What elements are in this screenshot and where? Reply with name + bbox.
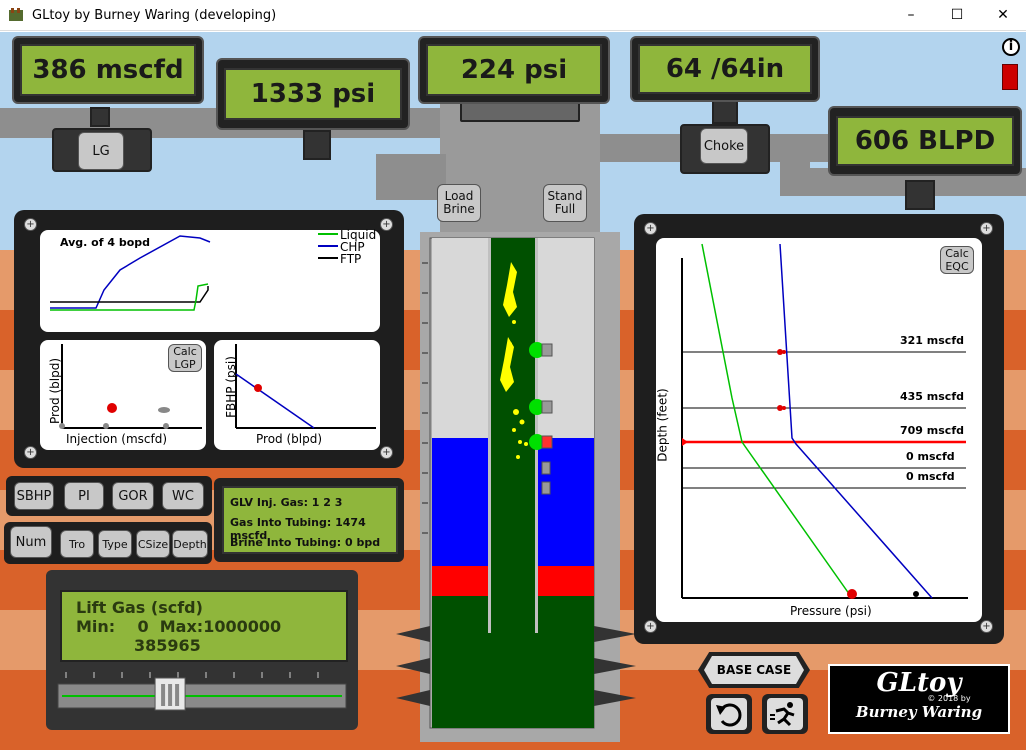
gor-button[interactable]: GOR <box>112 482 154 510</box>
casing-outlet <box>376 154 446 200</box>
lift-gas-readout: 386 mscfd <box>20 44 196 96</box>
calc-lgp-button[interactable]: Calc LGP <box>168 344 202 372</box>
depth-xlabel: Pressure (psi) <box>790 604 872 618</box>
screw-icon: + <box>644 222 657 235</box>
minimize-button[interactable]: – <box>888 0 934 31</box>
wc-button[interactable]: WC <box>162 482 204 510</box>
wellbore-diagram <box>396 237 636 729</box>
app-icon <box>9 8 23 21</box>
close-button[interactable]: ✕ <box>980 0 1026 31</box>
choke-gauge: 64 /64in <box>630 36 820 102</box>
lift-gas-slider[interactable] <box>56 670 348 726</box>
base-case-label: BASE CASE <box>704 656 804 684</box>
base-case-button[interactable]: BASE CASE <box>698 652 810 688</box>
valve-label: 709 mscfd <box>900 424 964 437</box>
title-bar: GLtoy by Burney Waring (developing) – ☐ … <box>0 0 1026 31</box>
gauge-stem <box>303 130 331 160</box>
run-button[interactable] <box>762 694 808 734</box>
sbhp-button[interactable]: SBHP <box>14 482 54 510</box>
production-readout: 606 BLPD <box>836 116 1014 166</box>
screw-icon: + <box>24 446 37 459</box>
tro-button[interactable]: Tro <box>60 530 94 558</box>
lgp-xlabel: Injection (mscfd) <box>66 432 168 446</box>
wellsite-scene: 386 mscfd 1333 psi 224 psi 64 /64in 606 … <box>0 32 1026 750</box>
pi-button[interactable]: PI <box>64 482 104 510</box>
trend-lines <box>50 233 338 311</box>
lift-gas-slider-panel: Lift Gas (scfd) Min: 0 Max:1000000 38596… <box>46 570 358 730</box>
maximize-button[interactable]: ☐ <box>934 0 980 31</box>
lift-gas-title: Lift Gas (scfd) <box>76 598 203 617</box>
gltoy-logo: GLtoy © 2018 by Burney Waring <box>828 664 1010 734</box>
glv-inj-gas: GLV Inj. Gas: 1 2 3 <box>230 496 343 509</box>
tubing-pressure-readout: 224 psi <box>426 44 602 96</box>
production-gauge: 606 BLPD <box>828 106 1022 176</box>
gauge-stem <box>90 107 110 127</box>
choke-button[interactable]: Choke <box>700 128 748 164</box>
screw-icon: + <box>380 218 393 231</box>
app-window: GLtoy by Burney Waring (developing) – ☐ … <box>0 0 1026 750</box>
casing-brine <box>538 438 594 566</box>
num-button[interactable]: Num <box>10 526 52 558</box>
casing-pressure-gauge: 1333 psi <box>216 58 410 130</box>
valve-label: 435 mscfd <box>900 390 964 403</box>
choke-readout: 64 /64in <box>638 44 812 94</box>
window-title: GLtoy by Burney Waring (developing) <box>32 8 277 23</box>
screw-icon: + <box>980 222 993 235</box>
glv-info-display: GLV Inj. Gas: 1 2 3 Gas Into Tubing: 147… <box>222 486 398 554</box>
lift-gas-display: Lift Gas (scfd) Min: 0 Max:1000000 38596… <box>60 590 348 662</box>
brine-into-tubing: Brine Into Tubing: 0 bpd <box>230 536 381 549</box>
type-button[interactable]: Type <box>98 530 132 558</box>
ipr-ylabel: FBHP (psi) <box>223 356 238 418</box>
valve-label: 0 mscfd <box>906 470 955 483</box>
packer <box>538 566 594 596</box>
valve-label: 0 mscfd <box>906 450 955 463</box>
depth-plot-panel: + + + + 321 mscfd 435 mscfd 709 mscfd 0 … <box>634 214 1004 644</box>
plots-panel: + + + + Avg. of 4 bopd Liquid CHP FTP Pr… <box>14 210 404 468</box>
valve-label: 321 mscfd <box>900 334 964 347</box>
info-icon[interactable]: i <box>1002 38 1020 56</box>
lift-gas-range: Min: 0 Max:1000000 <box>76 617 282 636</box>
tubing-pressure-gauge: 224 psi <box>418 36 610 104</box>
lg-button[interactable]: LG <box>78 132 124 170</box>
depth-button[interactable]: Depth <box>172 530 208 558</box>
trend-chart: Avg. of 4 bopd Liquid CHP FTP <box>40 228 380 332</box>
slider-thumb-icon[interactable] <box>154 677 186 711</box>
ipr-xlabel: Prod (blpd) <box>256 432 323 446</box>
packer <box>432 566 488 596</box>
csize-button[interactable]: CSize <box>136 530 170 558</box>
valve-button-bank: Num Tro Type CSize Depth <box>4 522 212 564</box>
lgp-chart: Prod (blpd) Injection (mscfd) Calc LGP <box>40 340 206 450</box>
glv-info-panel: GLV Inj. Gas: 1 2 3 Gas Into Tubing: 147… <box>214 478 404 562</box>
gauge-stem <box>905 180 935 210</box>
reservoir-button-bank: SBHP PI GOR WC <box>6 476 212 516</box>
screw-icon: + <box>380 446 393 459</box>
book-icon[interactable] <box>1002 64 1018 90</box>
running-man-icon <box>767 698 803 730</box>
load-brine-button[interactable]: Load Brine <box>437 184 481 222</box>
legend-ftp: FTP <box>340 252 362 266</box>
undo-button[interactable] <box>706 694 752 734</box>
logo-author: Burney Waring <box>855 703 983 721</box>
lgp-ylabel: Prod (blpd) <box>48 357 63 425</box>
depth-chart: 321 mscfd 435 mscfd 709 mscfd 0 mscfd 0 … <box>656 238 982 622</box>
stand-full-button[interactable]: Stand Full <box>543 184 587 222</box>
lift-gas-gauge: 386 mscfd <box>12 36 204 104</box>
wellhead-cap <box>460 102 580 122</box>
screw-icon: + <box>24 218 37 231</box>
casing-pressure-readout: 1333 psi <box>224 68 402 120</box>
calc-eqc-button[interactable]: Calc EQC <box>940 246 974 274</box>
casing-brine <box>432 438 488 566</box>
lift-gas-value: 385965 <box>134 636 201 655</box>
ipr-chart: FBHP (psi) Prod (blpd) <box>214 340 380 450</box>
undo-icon <box>711 698 747 730</box>
depth-ylabel: Depth (feet) <box>655 388 670 462</box>
